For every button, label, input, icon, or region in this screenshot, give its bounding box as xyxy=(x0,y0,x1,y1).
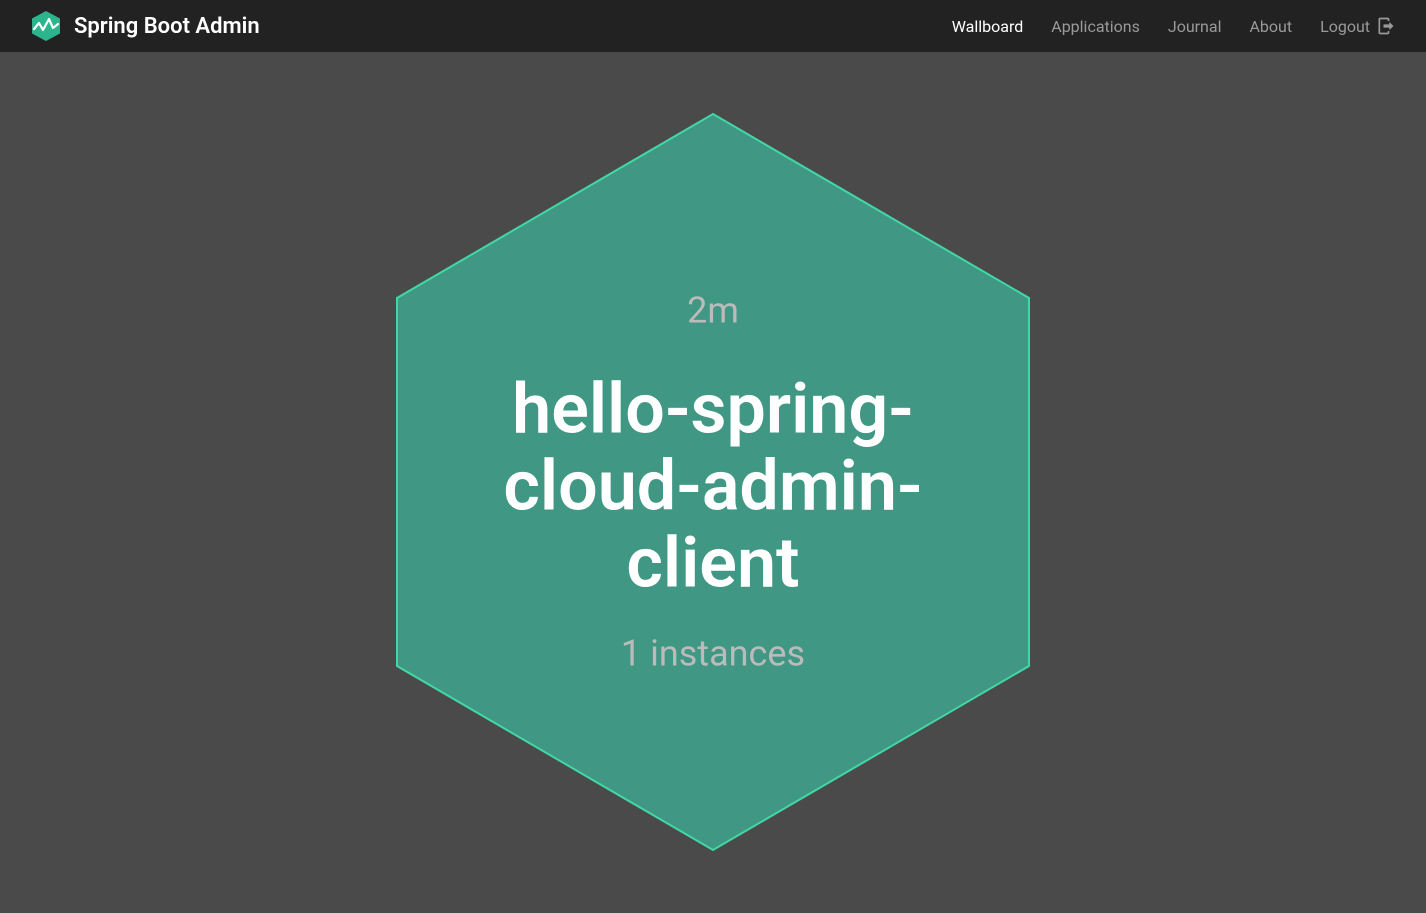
nav-wallboard[interactable]: Wallboard xyxy=(952,17,1024,36)
wallboard-main: 2m hello-spring-cloud-admin-client 1 ins… xyxy=(0,52,1426,913)
nav-journal[interactable]: Journal xyxy=(1168,17,1222,36)
navbar: Spring Boot Admin Wallboard Applications… xyxy=(0,0,1426,52)
logo-icon xyxy=(30,10,62,42)
app-instances: 1 instances xyxy=(425,633,1001,675)
app-hexagon[interactable]: 2m hello-spring-cloud-admin-client 1 ins… xyxy=(393,112,1033,852)
hexagon-content: 2m hello-spring-cloud-admin-client 1 ins… xyxy=(425,290,1001,675)
navbar-brand[interactable]: Spring Boot Admin xyxy=(30,10,260,42)
logout-button[interactable]: Logout xyxy=(1320,16,1396,36)
logout-label: Logout xyxy=(1320,17,1370,36)
navbar-nav: Wallboard Applications Journal About Log… xyxy=(952,16,1396,36)
logout-icon xyxy=(1376,16,1396,36)
nav-about[interactable]: About xyxy=(1249,17,1292,36)
app-name: hello-spring-cloud-admin-client xyxy=(425,372,1001,603)
brand-title: Spring Boot Admin xyxy=(74,14,260,39)
nav-applications[interactable]: Applications xyxy=(1051,17,1140,36)
app-uptime: 2m xyxy=(425,290,1001,332)
